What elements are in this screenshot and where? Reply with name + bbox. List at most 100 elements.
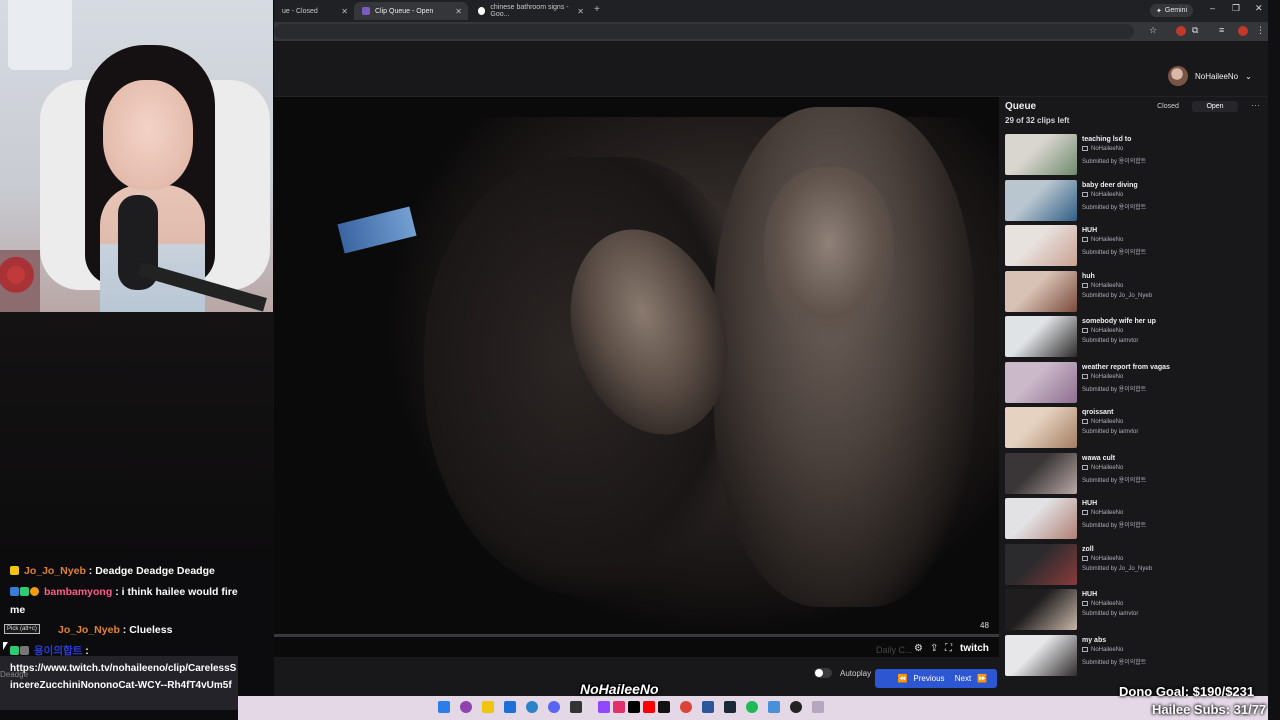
user-menu[interactable]: NoHaileeNo ⌄ <box>1168 66 1252 86</box>
clip-thumbnail <box>1005 361 1077 403</box>
queue-clip-item[interactable]: wawa cult NoHaileeNo Submitted by 용이의합트 <box>1005 452 1260 495</box>
discord-icon[interactable] <box>548 701 560 713</box>
queue-clip-item[interactable]: HUH NoHaileeNo Submitted by iamvtor <box>1005 589 1260 631</box>
twitch-favicon-icon <box>362 7 370 15</box>
video-frame <box>764 167 894 337</box>
clip-title: qroissant <box>1082 409 1114 416</box>
copilot-icon[interactable] <box>460 701 472 713</box>
clip-channel: NoHaileeNo <box>1082 555 1123 562</box>
queue-closed-toggle[interactable]: Closed <box>1148 101 1188 112</box>
queue-clip-item[interactable]: weather report from vagas NoHaileeNo Submi… <box>1005 361 1260 404</box>
google-favicon-icon <box>478 7 486 15</box>
clip-channel-name: NoHaileeNo <box>1091 282 1124 289</box>
outlook-icon[interactable] <box>504 701 516 713</box>
queue-clip-item[interactable]: baby deer diving NoHaileeNo Submitted by 용… <box>1005 179 1260 222</box>
webcam-background <box>8 0 72 70</box>
video-player[interactable]: Daily C... <box>274 97 999 657</box>
clip-submitter: Submitted by 용이의합트 <box>1082 659 1147 666</box>
clip-channel-name: NoHaileeNo <box>1091 191 1124 198</box>
clip-channel-name: NoHaileeNo <box>1091 464 1124 471</box>
queue-clip-item[interactable]: somebody wife her up NoHaileeNo Submitted … <box>1005 316 1260 358</box>
webcam-person <box>103 80 193 190</box>
x-icon[interactable] <box>658 701 670 713</box>
maximize-button[interactable]: ❐ <box>1232 3 1240 14</box>
chat-message: bambamyong : i think hailee would fire m… <box>10 583 238 619</box>
channel-icon <box>1082 464 1088 470</box>
chat-badges <box>10 583 40 601</box>
gemini-icon: ✦ <box>1156 7 1162 15</box>
queue-clip-item[interactable]: teaching lsd to NoHaileeNo Submitted by 용이… <box>1005 134 1260 176</box>
youtube-icon[interactable] <box>643 701 655 713</box>
tab-google-search[interactable]: chinese bathroom signs - Goo... ✕ <box>470 2 590 20</box>
steam-icon[interactable] <box>724 701 736 713</box>
browser-menu-icon[interactable]: ⋮ <box>1256 25 1265 36</box>
rewind-icon: ⏪ <box>897 674 908 683</box>
queue-clip-item[interactable]: zoll NoHaileeNo Submitted by Jo_Jo_Nyeb <box>1005 543 1260 586</box>
channel-icon <box>1082 510 1088 515</box>
minimize-button[interactable]: – <box>1210 3 1215 13</box>
avatar <box>1168 66 1188 86</box>
extensions-puzzle-icon[interactable]: ⧉ <box>1192 25 1198 36</box>
chat-link[interactable]: https://www.twitch.tv/nohaileeno/clip/Ca… <box>10 660 238 694</box>
username: NoHaileeNo <box>1195 71 1239 81</box>
app-icon[interactable] <box>768 701 780 713</box>
gemini-label: Gemini <box>1164 7 1188 14</box>
channel-logo: NoHaileeNo <box>580 681 659 697</box>
instagram-icon[interactable] <box>613 701 625 713</box>
clip-submitter: Submitted by Jo_Jo_Nyeb <box>1082 292 1153 299</box>
autoplay-toggle[interactable] <box>814 668 832 678</box>
clip-thumbnail <box>1005 498 1077 539</box>
channel-icon <box>1082 373 1088 379</box>
queue-clip-item[interactable]: my abs NoHaileeNo Submitted by 용이의합트 <box>1005 634 1260 677</box>
queue-more-icon[interactable]: ··· <box>1251 100 1260 110</box>
close-window-button[interactable]: ✕ <box>1255 3 1263 14</box>
bookmark-star-icon[interactable]: ☆ <box>1149 25 1157 36</box>
extension-red-icon[interactable] <box>1176 26 1186 36</box>
fullscreen-icon[interactable]: ⛶ <box>945 643 952 654</box>
clip-thumbnail <box>1005 589 1077 630</box>
clip-channel-name: NoHaileeNo <box>1091 601 1124 608</box>
tab-close-icon[interactable]: ✕ <box>341 7 348 16</box>
app-icon[interactable] <box>812 701 824 713</box>
edge-icon[interactable] <box>526 701 538 713</box>
clip-channel: NoHaileeNo <box>1082 419 1123 425</box>
file-explorer-icon[interactable] <box>482 701 494 713</box>
tiktok-icon[interactable] <box>628 701 640 713</box>
clip-submitter: Submitted by Jo_Jo_Nyeb <box>1082 565 1153 572</box>
queue-clip-item[interactable]: huh NoHaileeNo Submitted by Jo_Jo_Nyeb <box>1005 270 1260 313</box>
chat-separator: : <box>122 624 127 636</box>
clip-submitter: Submitted by 용이의합트 <box>1082 477 1147 484</box>
media-control-icon[interactable]: ≡ <box>1219 25 1224 35</box>
app-icon[interactable] <box>570 701 582 713</box>
chat-text: Deadge Deadge Deadge <box>95 565 215 577</box>
profile-avatar-icon[interactable] <box>1238 26 1248 36</box>
queue-clip-item[interactable]: HUH NoHaileeNo Submitted by 용이의합트 <box>1005 498 1260 540</box>
settings-gear-icon[interactable]: ⚙ <box>914 643 923 654</box>
obs-icon[interactable] <box>790 701 802 713</box>
tab-close-icon[interactable]: ✕ <box>455 7 462 16</box>
new-tab-button[interactable]: + <box>594 4 600 15</box>
clip-channel: NoHaileeNo <box>1082 191 1124 198</box>
tab-clip-queue-open[interactable]: Clip Queue - Open ✕ <box>354 2 468 20</box>
twitch-icon[interactable] <box>598 701 610 713</box>
chrome-icon[interactable] <box>680 701 692 713</box>
twitch-logo[interactable]: twitch <box>960 643 989 654</box>
video-progress-bar[interactable] <box>274 634 999 637</box>
channel-icon <box>1082 191 1088 197</box>
tab-clip-queue-closed[interactable]: ue - Closed ✕ <box>274 2 354 20</box>
clip-thumbnail <box>1005 270 1077 312</box>
share-icon[interactable]: ⇪ <box>930 643 938 654</box>
gemini-button[interactable]: ✦ Gemini <box>1150 4 1194 17</box>
spotify-icon[interactable] <box>746 701 758 713</box>
queue-open-toggle[interactable]: Open <box>1192 101 1238 112</box>
queue-clip-item[interactable]: HUH NoHaileeNo Submitted by 용이의합트 <box>1005 225 1260 267</box>
queue-clip-item[interactable]: qroissant NoHaileeNo Submitted by iamvtor <box>1005 407 1260 449</box>
clip-channel: NoHaileeNo <box>1082 510 1123 516</box>
word-icon[interactable] <box>702 701 714 713</box>
windows-start-icon[interactable] <box>438 701 450 713</box>
autoplay-control[interactable]: Autoplay <box>814 668 871 678</box>
clip-title: teaching lsd to <box>1082 136 1132 143</box>
address-bar[interactable] <box>274 24 1134 39</box>
next-button[interactable]: Next ⏩ <box>945 669 997 688</box>
tab-close-icon[interactable]: ✕ <box>577 7 584 16</box>
